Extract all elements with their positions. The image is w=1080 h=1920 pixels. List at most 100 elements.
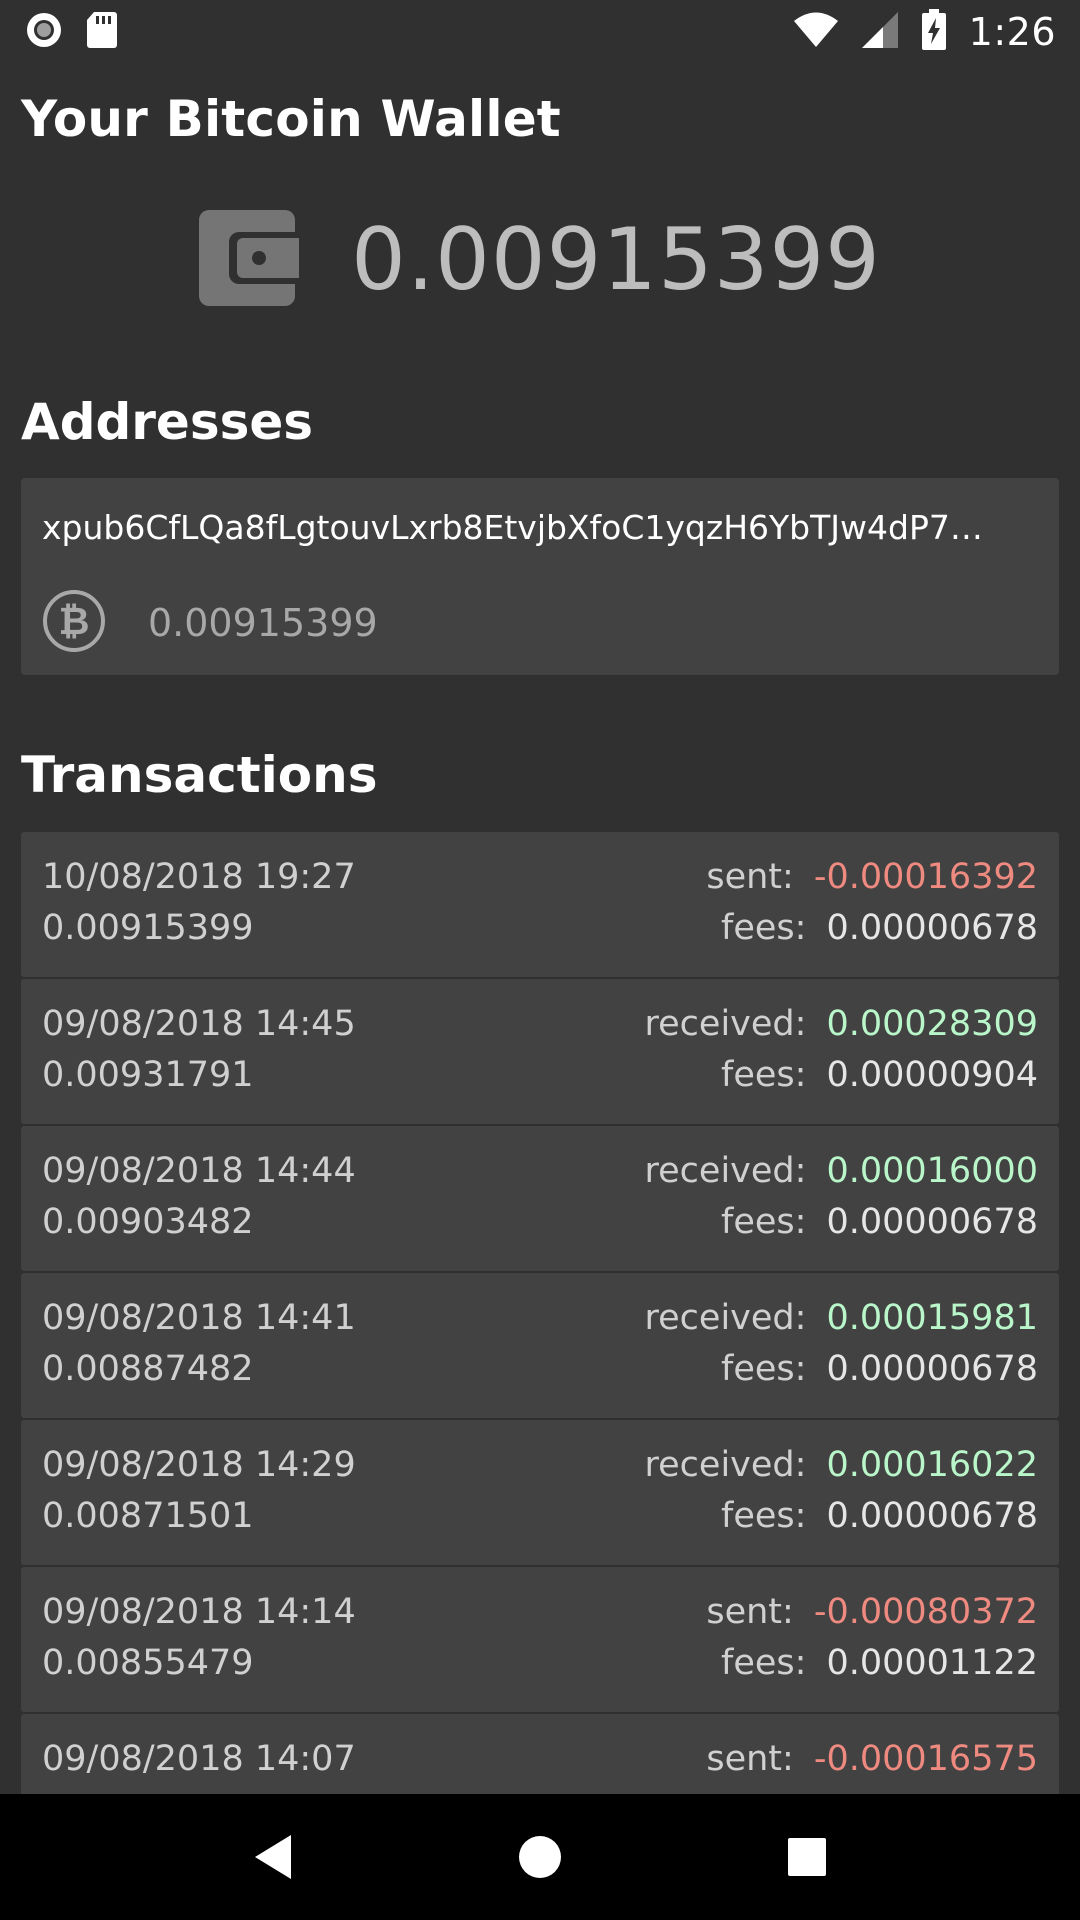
status-bar-left	[24, 10, 118, 54]
transaction-type-label: received:	[644, 1298, 807, 1338]
transaction-amount: -0.00016575	[813, 1739, 1038, 1779]
transaction-amount-line: received: 0.00015981	[645, 1293, 1038, 1344]
transaction-datetime: 09/08/2018 14:41	[42, 1298, 356, 1338]
transaction-fees: 0.00000678	[826, 908, 1038, 948]
transaction-fees: 0.00000904	[826, 1055, 1038, 1095]
transaction-datetime: 10/08/2018 19:27	[42, 857, 356, 897]
transaction-amount: -0.00016392	[813, 857, 1038, 897]
back-icon	[255, 1835, 292, 1879]
transaction-balance: 0.00903482	[42, 1202, 254, 1242]
transaction-fees: 0.00000678	[826, 1202, 1038, 1242]
transaction-fees-label: fees:	[721, 908, 807, 948]
transaction-fees-line: fees: 0.00000678	[645, 1491, 1038, 1542]
transaction-right: received: 0.00015981 fees: 0.00000678	[645, 1293, 1038, 1395]
wallet-icon	[199, 210, 300, 310]
navigation-bar	[0, 1794, 1080, 1920]
transaction-fees: 0.00001122	[826, 1643, 1038, 1683]
transaction-left: 09/08/2018 14:07	[42, 1734, 356, 1785]
transaction-fees-line: fees: 0.00000678	[645, 1197, 1038, 1248]
transaction-row[interactable]: 09/08/2018 14:44 0.00903482 received: 0.0…	[21, 1126, 1059, 1271]
address-id: xpub6CfLQa8fLgtouvLxrb8EtvjbXfoC1yqzH6Yb…	[42, 508, 983, 547]
transaction-datetime: 09/08/2018 14:07	[42, 1739, 356, 1779]
transaction-fees-line: fees: 0.00000904	[645, 1050, 1038, 1101]
transaction-left: 09/08/2018 14:14 0.00855479	[42, 1587, 356, 1689]
back-button[interactable]	[233, 1817, 313, 1897]
transaction-fees-label: fees:	[721, 1055, 807, 1095]
transaction-amount-line: received: 0.00016000	[645, 1146, 1038, 1197]
transaction-amount-line: sent: -0.00080372	[706, 1587, 1038, 1638]
signal-icon	[861, 11, 899, 53]
transaction-row[interactable]: 09/08/2018 14:41 0.00887482 received: 0.0…	[21, 1273, 1059, 1418]
transaction-type-label: sent:	[706, 1739, 794, 1779]
transaction-left: 09/08/2018 14:44 0.00903482	[42, 1146, 356, 1248]
transaction-fees-label: fees:	[721, 1496, 807, 1536]
transaction-balance: 0.00931791	[42, 1055, 254, 1095]
status-bar: 1:26	[0, 0, 1080, 63]
transaction-right: received: 0.00016022 fees: 0.00000678	[645, 1440, 1038, 1542]
transaction-row[interactable]: 09/08/2018 14:29 0.00871501 received: 0.0…	[21, 1420, 1059, 1565]
transaction-row[interactable]: 10/08/2018 19:27 0.00915399 sent: -0.0001…	[21, 832, 1059, 977]
transaction-fees-label: fees:	[721, 1202, 807, 1242]
transaction-type-label: received:	[644, 1004, 807, 1044]
transaction-row[interactable]: 09/08/2018 14:14 0.00855479 sent: -0.0008…	[21, 1567, 1059, 1712]
recents-button[interactable]	[767, 1817, 847, 1897]
transaction-row[interactable]: 09/08/2018 14:45 0.00931791 received: 0.0…	[21, 979, 1059, 1124]
transaction-fees-line: fees: 0.00001122	[706, 1638, 1038, 1689]
status-time: 1:26	[968, 9, 1056, 54]
battery-charging-icon	[921, 8, 947, 55]
transaction-left: 09/08/2018 14:41 0.00887482	[42, 1293, 356, 1395]
home-button[interactable]	[500, 1817, 580, 1897]
transaction-amount-line: received: 0.00028309	[645, 999, 1038, 1050]
balance-value: 0.00915399	[351, 210, 881, 310]
address-balance: 0.00915399	[148, 601, 378, 645]
transaction-amount: 0.00028309	[826, 1004, 1038, 1044]
transaction-fees: 0.00000678	[826, 1496, 1038, 1536]
transaction-right: sent: -0.00080372 fees: 0.00001122	[706, 1587, 1038, 1689]
svg-text:₿: ₿	[59, 599, 90, 643]
transaction-amount-line: sent: -0.00016392	[706, 852, 1038, 903]
transaction-type-label: sent:	[706, 1592, 794, 1632]
transaction-amount: 0.00015981	[826, 1298, 1038, 1338]
transaction-amount-line: sent: -0.00016575	[706, 1734, 1038, 1785]
transaction-amount: -0.00080372	[813, 1592, 1038, 1632]
transaction-datetime: 09/08/2018 14:45	[42, 1004, 356, 1044]
transaction-right: received: 0.00028309 fees: 0.00000904	[645, 999, 1038, 1101]
transaction-balance: 0.00887482	[42, 1349, 254, 1389]
transaction-fees-label: fees:	[721, 1349, 807, 1389]
transaction-type-label: received:	[644, 1445, 807, 1485]
address-card[interactable]: xpub6CfLQa8fLgtouvLxrb8EtvjbXfoC1yqzH6Yb…	[21, 478, 1059, 675]
transaction-balance: 0.00915399	[42, 908, 254, 948]
recents-icon	[787, 1838, 826, 1876]
transactions-heading: Transactions	[21, 746, 378, 804]
record-icon	[24, 10, 64, 54]
wallet-screen: 1:26 Your Bitcoin Wallet 0.00915399 Addr…	[0, 0, 1080, 1920]
transaction-left: 09/08/2018 14:29 0.00871501	[42, 1440, 356, 1542]
transaction-amount: 0.00016022	[826, 1445, 1038, 1485]
addresses-heading: Addresses	[21, 393, 314, 451]
transaction-type-label: sent:	[706, 857, 794, 897]
transaction-right: received: 0.00016000 fees: 0.00000678	[645, 1146, 1038, 1248]
transaction-balance: 0.00855479	[42, 1643, 254, 1683]
sd-card-icon	[86, 10, 118, 54]
home-icon	[518, 1836, 561, 1878]
transaction-datetime: 09/08/2018 14:29	[42, 1445, 356, 1485]
transaction-left: 09/08/2018 14:45 0.00931791	[42, 999, 356, 1101]
address-balance-row: ₿ 0.00915399	[42, 590, 378, 656]
transaction-fees-line: fees: 0.00000678	[706, 903, 1038, 954]
transactions-list[interactable]: 10/08/2018 19:27 0.00915399 sent: -0.0001…	[21, 832, 1059, 1861]
transaction-amount: 0.00016000	[826, 1151, 1038, 1191]
wallet-balance: 0.00915399	[0, 205, 1080, 315]
transaction-fees: 0.00000678	[826, 1349, 1038, 1389]
status-bar-right: 1:26	[793, 8, 1056, 55]
transaction-datetime: 09/08/2018 14:14	[42, 1592, 356, 1632]
bitcoin-icon: ₿	[42, 589, 106, 657]
transaction-type-label: received:	[644, 1151, 807, 1191]
transaction-fees-line: fees: 0.00000678	[645, 1344, 1038, 1395]
transaction-right: sent: -0.00016392 fees: 0.00000678	[706, 852, 1038, 954]
page-title: Your Bitcoin Wallet	[21, 90, 561, 148]
transaction-amount-line: received: 0.00016022	[645, 1440, 1038, 1491]
wifi-icon	[793, 12, 839, 52]
transaction-fees-label: fees:	[721, 1643, 807, 1683]
transaction-datetime: 09/08/2018 14:44	[42, 1151, 356, 1191]
transaction-balance: 0.00871501	[42, 1496, 254, 1536]
